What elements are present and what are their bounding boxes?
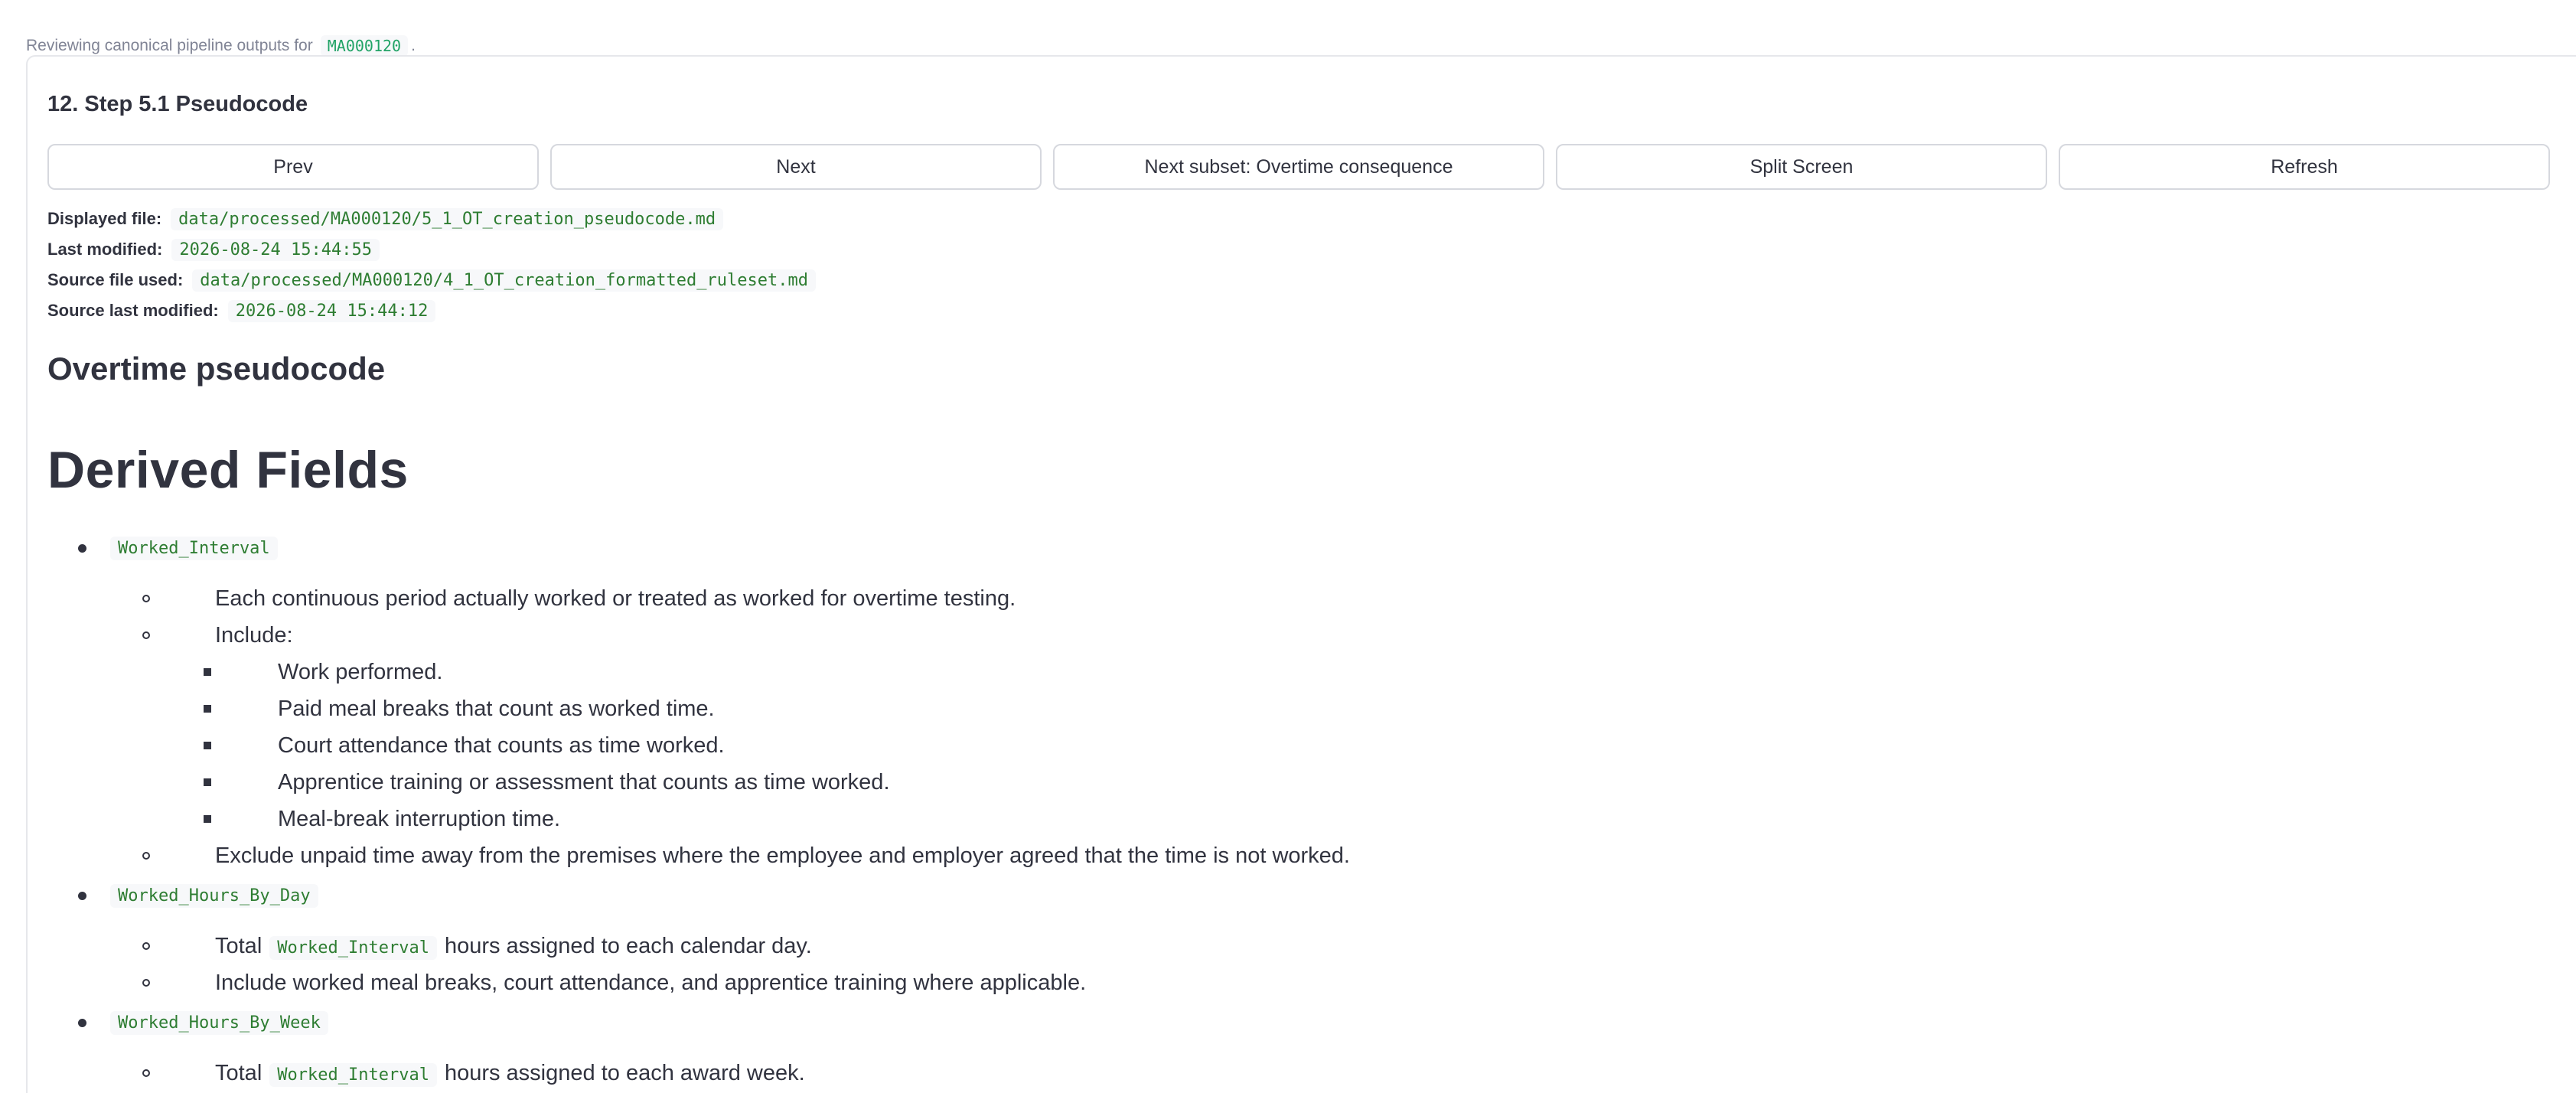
next-button[interactable]: Next	[550, 144, 1042, 190]
page-caption: Reviewing canonical pipeline outputs for…	[26, 35, 416, 57]
next-subset-button[interactable]: Next subset: Overtime consequence	[1053, 144, 1544, 190]
field-name: Worked_Hours_By_Day	[110, 883, 318, 908]
source-file-row: Source file used: data/processed/MA00012…	[47, 265, 816, 295]
source-file-label: Source file used:	[47, 270, 184, 289]
last-modified-label: Last modified:	[47, 240, 163, 259]
list-item: Include worked meal breaks, court attend…	[215, 970, 1087, 995]
source-modified-row: Source last modified: 2026-08-24 15:44:1…	[47, 295, 816, 326]
source-modified-value: 2026-08-24 15:44:12	[227, 299, 436, 322]
doc-subtitle: Overtime pseudocode	[47, 351, 386, 387]
field-worked-hours-by-week: Worked_Hours_By_Week Total Worked_Interva…	[47, 1001, 2496, 1091]
derived-fields-list: Worked_Interval Each continuous period a…	[47, 527, 2496, 1091]
caption-text: Reviewing canonical pipeline outputs for	[26, 37, 313, 54]
file-metadata: Displayed file: data/processed/MA000120/…	[47, 204, 816, 326]
list-item: Total Worked_Interval hours assigned to ea…	[215, 1060, 805, 1087]
source-file-path: data/processed/MA000120/4_1_OT_creation_…	[192, 269, 816, 292]
list-item: Exclude unpaid time away from the premis…	[215, 843, 1350, 868]
source-modified-label: Source last modified:	[47, 301, 219, 320]
agreement-code: MA000120	[320, 35, 409, 57]
caption-suffix: .	[411, 37, 416, 54]
last-modified-row: Last modified: 2026-08-24 15:44:55	[47, 234, 816, 265]
prev-button[interactable]: Prev	[47, 144, 539, 190]
list-item: Court attendance that counts as time wor…	[278, 732, 725, 758]
list-item: Total Worked_Interval hours assigned to ea…	[215, 933, 812, 960]
field-worked-interval: Worked_Interval Each continuous period a…	[47, 527, 2496, 874]
split-screen-button[interactable]: Split Screen	[1556, 144, 2047, 190]
displayed-file-path: data/processed/MA000120/5_1_OT_creation_…	[171, 207, 724, 230]
displayed-file-label: Displayed file:	[47, 209, 162, 228]
list-item: Each continuous period actually worked o…	[215, 586, 1016, 611]
doc-heading: Derived Fields	[47, 441, 409, 499]
nav-button-row: Prev Next Next subset: Overtime conseque…	[47, 144, 2550, 190]
list-item: Work performed.	[278, 659, 443, 684]
list-item: Paid meal breaks that count as worked ti…	[278, 696, 715, 721]
field-worked-hours-by-day: Worked_Hours_By_Day Total Worked_Interval…	[47, 874, 2496, 1001]
section-title: 12. Step 5.1 Pseudocode	[47, 92, 308, 116]
field-name: Worked_Interval	[110, 536, 278, 560]
field-name: Worked_Hours_By_Week	[110, 1010, 328, 1035]
last-modified-value: 2026-08-24 15:44:55	[171, 238, 380, 261]
list-item: Meal-break interruption time.	[278, 806, 561, 831]
refresh-button[interactable]: Refresh	[2059, 144, 2550, 190]
list-item: Include:	[215, 622, 293, 648]
displayed-file-row: Displayed file: data/processed/MA000120/…	[47, 204, 816, 234]
list-item: Apprentice training or assessment that c…	[278, 769, 890, 794]
